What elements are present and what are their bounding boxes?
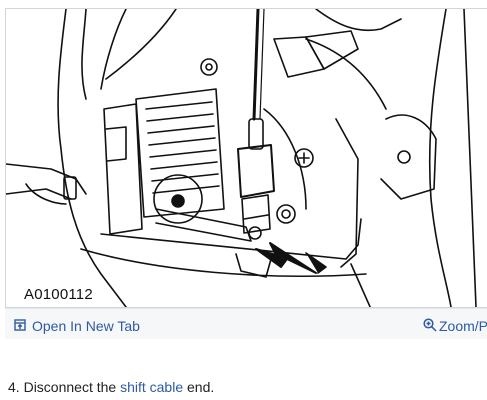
zoom-magnifier-icon <box>423 317 437 335</box>
transmission-line-drawing <box>6 9 477 307</box>
figure-code: A0100112 <box>24 286 93 303</box>
image-toolbar: Open In New Tab Zoom/P <box>5 308 487 339</box>
step-number: 4. <box>8 379 20 395</box>
diagram-figure[interactable]: A0100112 <box>5 8 487 308</box>
step-text-before: Disconnect the <box>23 379 117 395</box>
zoom-button[interactable]: Zoom/P <box>423 317 487 335</box>
open-in-new-tab-label: Open In New Tab <box>32 318 140 334</box>
zoom-label: Zoom/P <box>439 318 487 334</box>
open-in-new-tab-button[interactable]: Open In New Tab <box>14 317 140 335</box>
instruction-step: 4. Disconnect the shift cable end. <box>8 379 214 395</box>
step-text-after: end. <box>187 379 215 395</box>
open-in-new-tab-icon <box>14 318 26 334</box>
shift-cable-link[interactable]: shift cable <box>120 379 183 395</box>
diagram-card: A0100112 Open In New Tab Zoom/P <box>0 0 487 339</box>
